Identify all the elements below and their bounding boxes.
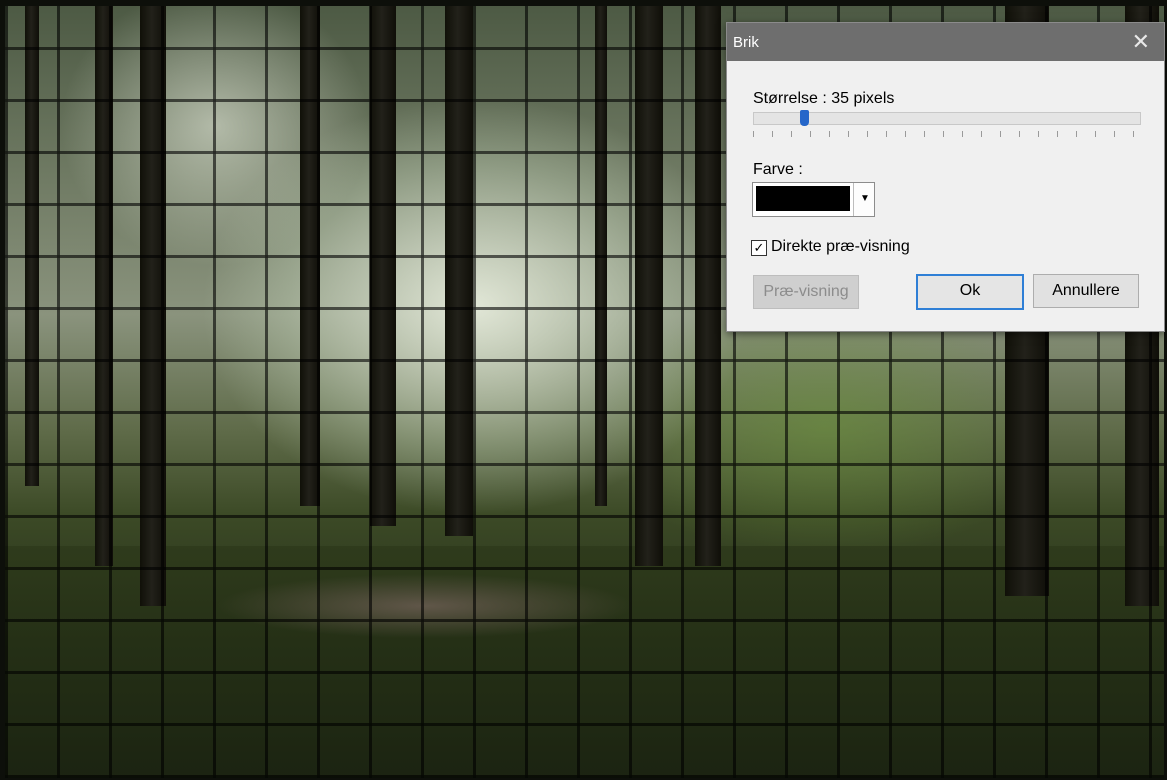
color-picker[interactable]: ▼ bbox=[752, 182, 875, 217]
checkmark-icon: ✓ bbox=[753, 240, 765, 255]
live-preview-checkbox[interactable]: ✓ bbox=[751, 240, 767, 256]
live-preview-label[interactable]: Direkte præ-visning bbox=[771, 238, 910, 256]
color-swatch[interactable] bbox=[756, 186, 850, 211]
preview-button[interactable]: Præ-visning bbox=[753, 275, 859, 309]
slider-track[interactable] bbox=[753, 112, 1141, 125]
close-icon[interactable]: ✕ bbox=[1132, 29, 1150, 55]
color-label: Farve : bbox=[753, 161, 803, 178]
brik-dialog: Brik ✕ Størrelse : 35 pixels Farve : ▼ ✓… bbox=[726, 22, 1165, 332]
chevron-down-icon: ▼ bbox=[860, 193, 870, 204]
color-dropdown-button[interactable]: ▼ bbox=[853, 183, 874, 216]
size-label: Størrelse : 35 pixels bbox=[753, 90, 895, 107]
dialog-title: Brik bbox=[733, 34, 759, 51]
size-slider[interactable] bbox=[753, 110, 1141, 126]
slider-thumb[interactable] bbox=[800, 110, 809, 126]
cancel-button[interactable]: Annullere bbox=[1033, 274, 1139, 308]
dialog-titlebar[interactable]: Brik ✕ bbox=[727, 23, 1164, 61]
ok-button[interactable]: Ok bbox=[916, 274, 1024, 310]
slider-ticks bbox=[753, 131, 1139, 137]
